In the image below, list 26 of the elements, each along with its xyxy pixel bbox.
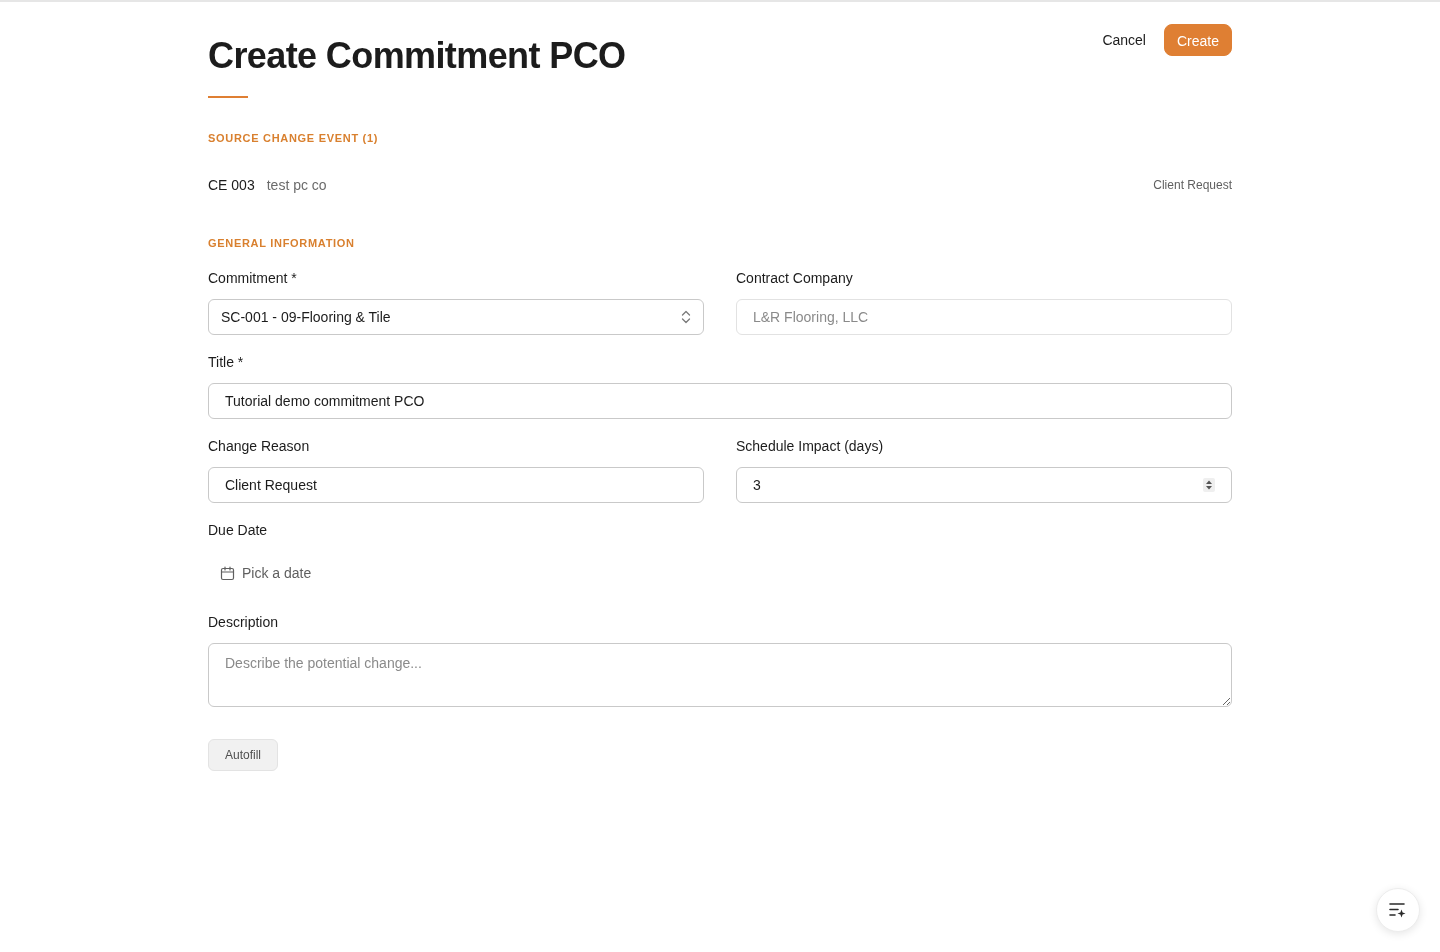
assistant-button[interactable]	[1376, 888, 1420, 932]
cancel-button[interactable]: Cancel	[1090, 24, 1158, 56]
field-label: Change Reason	[208, 437, 311, 456]
section-heading: GENERAL INFORMATION	[208, 236, 356, 251]
field-label: Due Date	[208, 521, 269, 540]
date-picker-button[interactable]: Pick a date	[208, 555, 324, 591]
calendar-icon	[220, 565, 235, 581]
number-input[interactable]: 3	[736, 467, 1232, 503]
change-event-title: test pc co	[266, 176, 327, 195]
change-event-reason: Client Request	[1153, 177, 1232, 194]
page-title: Create Commitment PCO	[208, 34, 626, 78]
field-label: Contract Company	[736, 269, 854, 288]
text-input[interactable]: Client Request	[208, 467, 704, 503]
field-label: Commitment *	[208, 269, 298, 288]
section-heading: SOURCE CHANGE EVENT (1)	[208, 131, 380, 146]
autofill-button[interactable]: Autofill	[208, 739, 279, 771]
chevron-up-down-icon	[681, 310, 691, 324]
field-label: Title *	[208, 353, 245, 372]
stepper-arrows-icon	[1203, 478, 1215, 492]
select-field[interactable]: SC-001 - 09-Flooring & Tile	[208, 299, 704, 335]
list-sparkle-icon	[1389, 902, 1407, 918]
field-label: Description	[208, 613, 280, 632]
text-input[interactable]: Tutorial demo commitment PCO	[208, 383, 1232, 419]
change-event-number: CE 003	[208, 176, 255, 195]
field-label: Schedule Impact (days)	[736, 437, 885, 456]
textarea-field[interactable]: Describe the potential change...	[208, 643, 1232, 707]
